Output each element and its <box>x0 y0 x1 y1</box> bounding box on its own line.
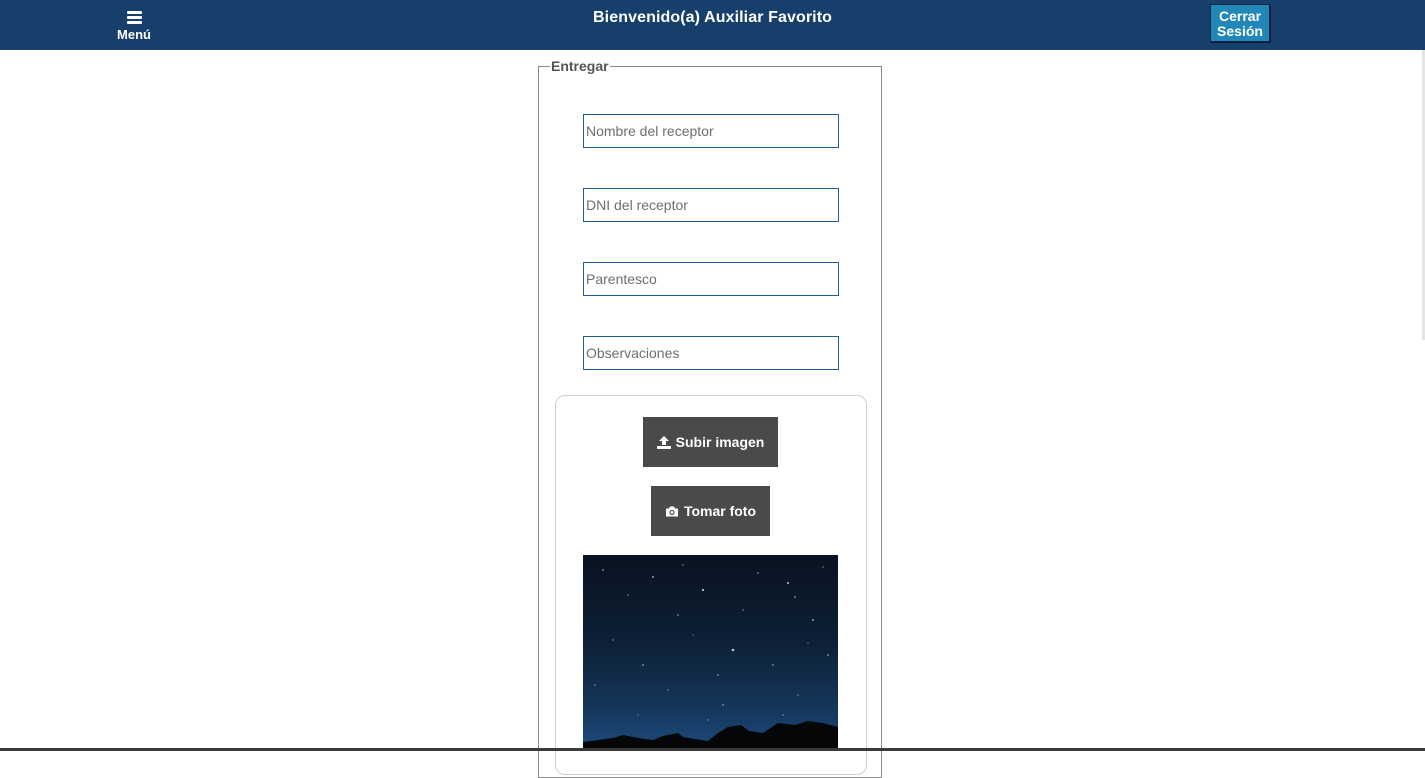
upload-image-button[interactable]: Subir imagen <box>643 417 778 467</box>
upload-icon <box>656 435 671 449</box>
camera-label: Tomar foto <box>683 503 757 519</box>
camera-icon <box>665 506 678 516</box>
form-legend: Entregar <box>551 58 609 74</box>
logout-label-line2: Sesión <box>1217 23 1263 39</box>
receiver-dni-input[interactable] <box>583 188 839 222</box>
logout-label-line1: Cerrar <box>1218 8 1262 24</box>
take-photo-button[interactable]: Tomar foto <box>651 486 770 536</box>
upload-label: Subir imagen <box>675 434 765 450</box>
night-sky-photo <box>583 564 838 751</box>
logout-button[interactable]: Cerrar Sesión <box>1210 4 1270 42</box>
receiver-name-input[interactable] <box>583 114 839 148</box>
relationship-input[interactable] <box>583 262 839 296</box>
image-preview <box>583 555 838 751</box>
top-navbar: Menú Bienvenido(a) Auxiliar Favorito Cer… <box>0 0 1425 50</box>
menu-label: Menú <box>117 27 151 42</box>
observations-input[interactable] <box>583 336 839 370</box>
